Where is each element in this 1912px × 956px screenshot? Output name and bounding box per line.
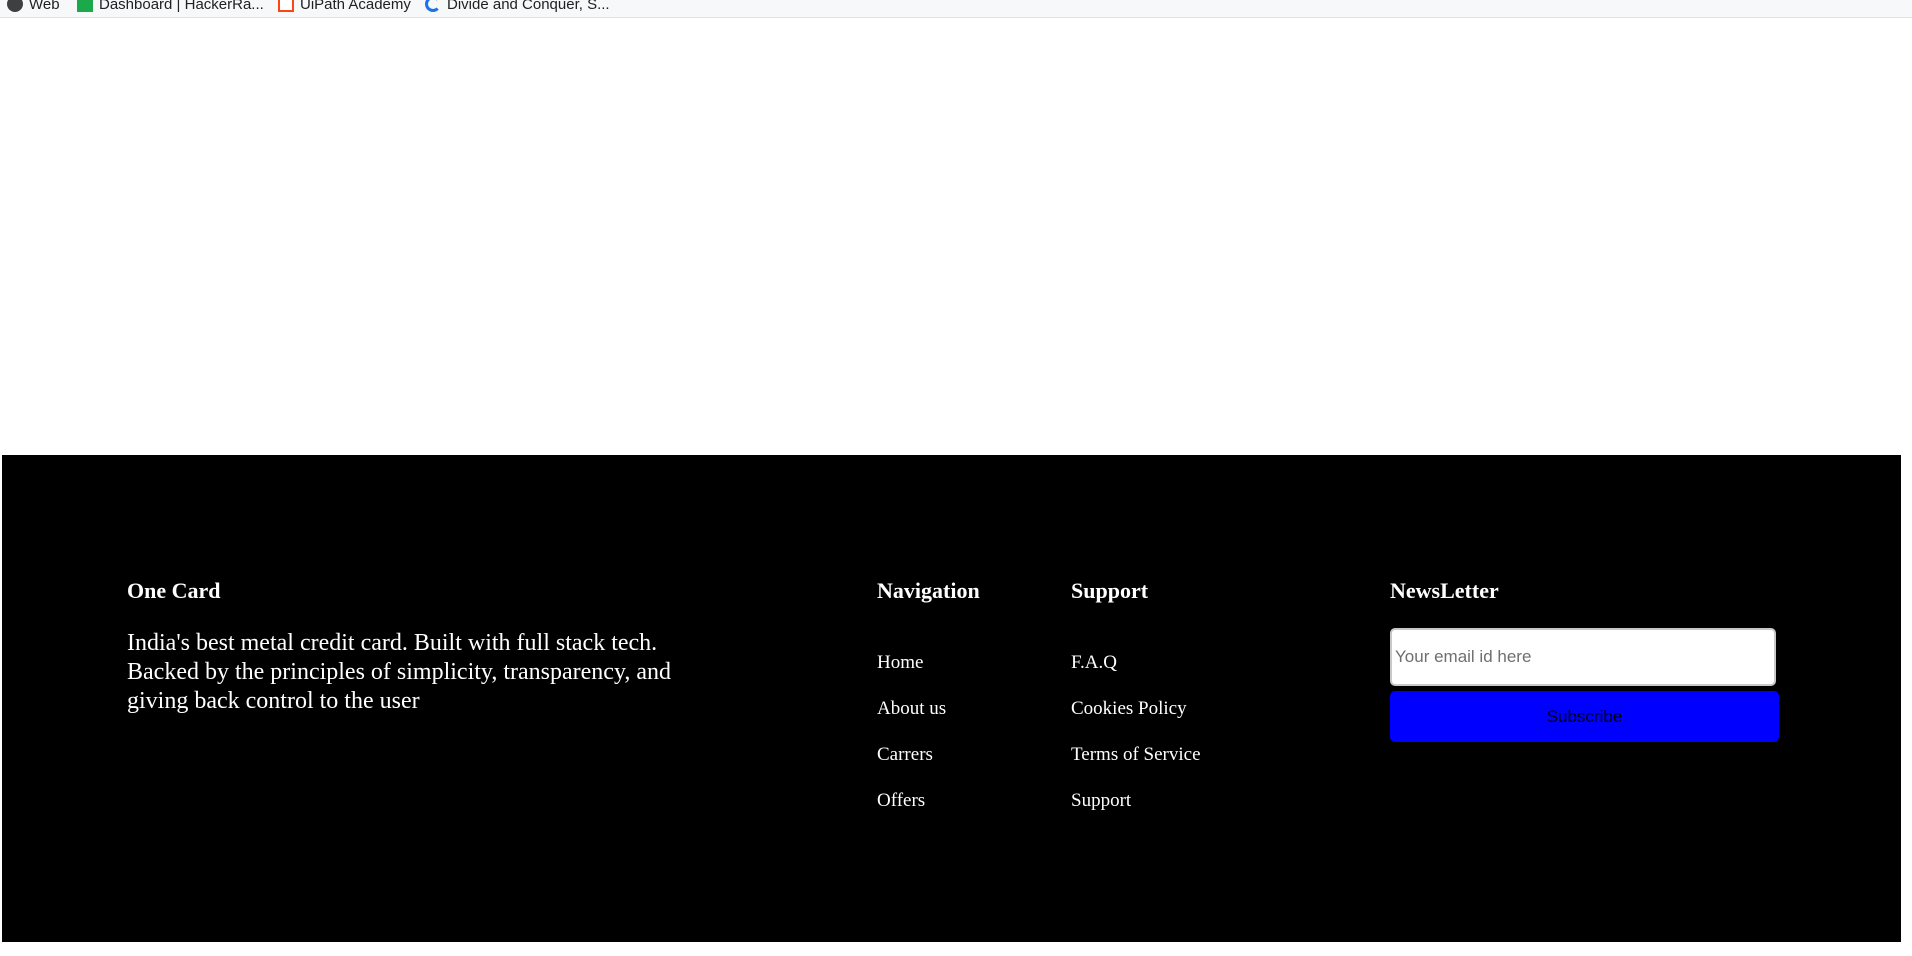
email-input[interactable]	[1390, 628, 1776, 686]
brand-title: One Card	[127, 578, 221, 603]
google-icon	[425, 0, 441, 12]
support-link-terms-of-service[interactable]: Terms of Service	[1071, 744, 1201, 766]
bookmark-web[interactable]: Web	[7, 0, 60, 14]
bookmark-divide-conquer[interactable]: Divide and Conquer, S...	[425, 0, 610, 14]
brand-description: India's best metal credit card. Built wi…	[127, 630, 672, 714]
nav-link-about-us[interactable]: About us	[877, 698, 946, 720]
bookmarks-bar: Web Dashboard | HackerRa... UiPath Acade…	[0, 0, 1912, 18]
nav-link-carrers[interactable]: Carrers	[877, 744, 933, 766]
uipath-icon	[278, 0, 294, 12]
support-link-faq[interactable]: F.A.Q	[1071, 652, 1117, 674]
support-title: Support	[1071, 578, 1149, 603]
support-link-support[interactable]: Support	[1071, 790, 1131, 812]
support-link-cookies-policy[interactable]: Cookies Policy	[1071, 698, 1187, 720]
nav-link-home[interactable]: Home	[877, 652, 923, 674]
bookmark-label: Divide and Conquer, S...	[447, 0, 610, 13]
subscribe-button[interactable]: Subscribe	[1390, 691, 1779, 742]
bookmark-label: Web	[29, 0, 60, 13]
hackerrank-icon	[77, 0, 93, 12]
newsletter-title: NewsLetter	[1390, 578, 1499, 603]
bookmark-label: UiPath Academy	[300, 0, 411, 13]
bookmark-hackerrank[interactable]: Dashboard | HackerRa...	[77, 0, 264, 14]
nav-link-offers[interactable]: Offers	[877, 790, 925, 812]
bookmark-uipath[interactable]: UiPath Academy	[278, 0, 411, 14]
wordpress-icon	[7, 0, 23, 12]
site-footer: One Card India's best metal credit card.…	[2, 455, 1901, 942]
bookmark-label: Dashboard | HackerRa...	[99, 0, 264, 13]
navigation-title: Navigation	[877, 578, 980, 603]
